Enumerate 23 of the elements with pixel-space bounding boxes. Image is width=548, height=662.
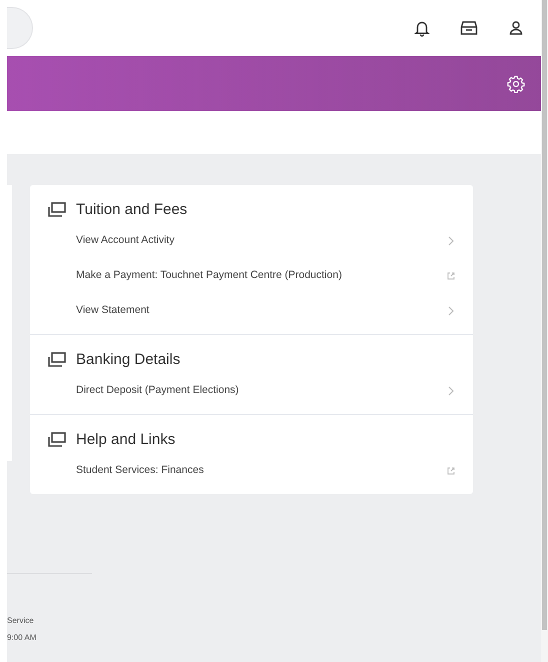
link-label[interactable]: View Account Activity (76, 232, 174, 248)
external-link-icon (447, 466, 455, 474)
section-title: Tuition and Fees (76, 200, 188, 220)
notification-bell-icon[interactable] (413, 19, 431, 37)
link-label[interactable]: Direct Deposit (Payment Elections) (76, 382, 239, 398)
chevron-right-icon (447, 236, 455, 246)
search-field[interactable] (7, 7, 33, 49)
worklet-icon (47, 202, 66, 218)
worklet-icon (47, 352, 66, 368)
link-label[interactable]: View Statement (76, 302, 150, 318)
link-label[interactable]: Make a Payment: Touchnet Payment Centre (Production) (76, 268, 342, 284)
footer-text: 9:00 AM (7, 632, 38, 644)
footer-text: Service (7, 615, 35, 627)
external-link-icon (447, 272, 455, 280)
inbox-icon[interactable] (460, 19, 478, 37)
section-title: Help and Links (76, 430, 176, 450)
section-title: Banking Details (76, 350, 180, 370)
worklet-icon (47, 432, 66, 448)
chevron-right-icon (447, 306, 455, 316)
user-icon[interactable] (507, 19, 525, 37)
chevron-right-icon (447, 386, 455, 396)
link-label[interactable]: Student Services: Finances (76, 462, 204, 478)
settings-icon[interactable] (507, 74, 525, 92)
